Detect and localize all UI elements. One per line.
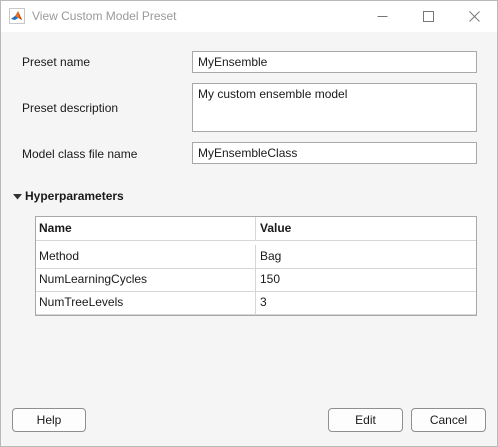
column-header-value[interactable]: Value — [257, 217, 476, 240]
cancel-button[interactable]: Cancel — [411, 408, 486, 432]
model-class-file-field[interactable]: MyEnsembleClass — [192, 142, 477, 164]
table-cell-name[interactable]: NumTreeLevels — [36, 291, 256, 314]
hyperparameters-section-title: Hyperparameters — [25, 189, 124, 203]
help-button[interactable]: Help — [12, 408, 86, 432]
minimize-button[interactable] — [359, 1, 405, 32]
dialog-window: View Custom Model Preset Preset name MyE… — [0, 0, 498, 447]
triangle-down-icon — [13, 189, 22, 203]
table-row[interactable]: NumLearningCycles 150 — [36, 268, 476, 292]
minimize-icon — [377, 11, 388, 22]
table-cell-name[interactable]: NumLearningCycles — [36, 268, 256, 291]
table-cell-value[interactable]: 3 — [257, 291, 476, 314]
hyperparameters-section-toggle[interactable]: Hyperparameters — [13, 188, 124, 204]
table-cell-name[interactable]: Method — [36, 245, 256, 268]
maximize-icon — [422, 11, 434, 22]
table-row[interactable]: NumTreeLevels 3 — [36, 291, 476, 315]
close-icon — [468, 11, 480, 22]
preset-description-field[interactable]: My custom ensemble model — [192, 83, 477, 132]
table-header-row: Name Value — [36, 217, 476, 241]
close-button[interactable] — [451, 1, 497, 32]
title-bar[interactable]: View Custom Model Preset — [1, 1, 497, 32]
window-title: View Custom Model Preset — [32, 9, 177, 23]
model-class-file-label: Model class file name — [22, 147, 138, 161]
preset-name-label: Preset name — [22, 55, 91, 69]
table-row[interactable]: Method Bag — [36, 245, 476, 269]
table-cell-value[interactable]: Bag — [257, 245, 476, 268]
hyperparameters-table: Name Value Method Bag NumLearningCycles … — [35, 216, 477, 316]
preset-description-label: Preset description — [22, 101, 119, 115]
preset-name-field[interactable]: MyEnsemble — [192, 51, 477, 73]
matlab-logo-icon — [9, 8, 25, 24]
column-header-name[interactable]: Name — [36, 217, 256, 240]
edit-button[interactable]: Edit — [328, 408, 403, 432]
maximize-button[interactable] — [405, 1, 451, 32]
table-cell-value[interactable]: 150 — [257, 268, 476, 291]
